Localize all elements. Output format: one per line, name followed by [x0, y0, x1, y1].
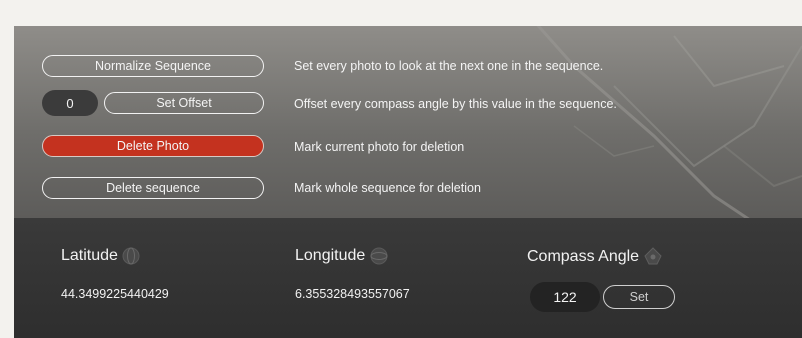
delete-photo-description: Mark current photo for deletion [294, 140, 465, 154]
compass-angle-label: Compass Angle [527, 246, 664, 268]
delete-sequence-description: Mark whole sequence for deletion [294, 181, 481, 195]
offset-description: Offset every compass angle by this value… [294, 97, 617, 111]
longitude-label: Longitude [295, 246, 390, 266]
photo-details-panel: Latitude 44.3499225440429 Longitude 6.35… [14, 218, 802, 338]
latitude-icon [121, 246, 141, 266]
set-compass-angle-button[interactable]: Set [603, 285, 675, 309]
compass-angle-label-text: Compass Angle [527, 248, 640, 265]
longitude-label-text: Longitude [295, 247, 366, 264]
longitude-value: 6.355328493557067 [295, 287, 410, 301]
delete-photo-button[interactable]: Delete Photo [42, 135, 264, 157]
normalize-description: Set every photo to look at the next one … [294, 59, 604, 73]
compass-angle-input[interactable]: 122 [530, 282, 600, 312]
sequence-editor-panel: Normalize Sequence Set every photo to lo… [14, 26, 802, 338]
normalize-sequence-button[interactable]: Normalize Sequence [42, 55, 264, 77]
compass-icon [642, 246, 664, 268]
offset-value-input[interactable]: 0 [42, 90, 98, 116]
latitude-value: 44.3499225440429 [61, 287, 169, 301]
latitude-label-text: Latitude [61, 247, 118, 264]
longitude-icon [368, 246, 390, 266]
delete-sequence-button[interactable]: Delete sequence [42, 177, 264, 199]
sequence-actions-panel: Normalize Sequence Set every photo to lo… [14, 26, 802, 218]
set-offset-button[interactable]: Set Offset [104, 92, 264, 114]
latitude-label: Latitude [61, 246, 141, 266]
